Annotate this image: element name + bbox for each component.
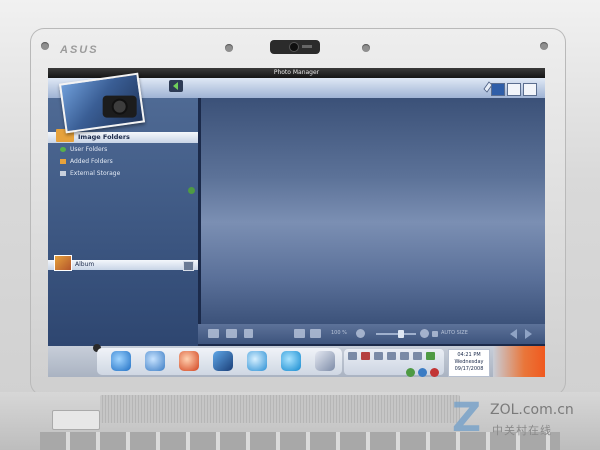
wifi-icon[interactable]: [406, 368, 415, 377]
media-icon[interactable]: [179, 351, 199, 371]
sidebar-header[interactable]: Image Folders: [48, 129, 198, 143]
zoom-level: 100 %: [331, 330, 347, 336]
screw: [362, 44, 370, 52]
album-label: Album: [75, 261, 95, 268]
sidebar-item-label: Added Folders: [70, 158, 113, 165]
back-arrow-icon[interactable]: [169, 80, 183, 92]
app-dock: [97, 348, 342, 375]
clock-day: Wednesday: [454, 359, 484, 365]
clock-time: 04:21 PM: [457, 352, 481, 358]
album-menu-button[interactable]: [183, 261, 194, 271]
watermark: Z ZOL.com.cn 中关村在线: [452, 398, 597, 442]
watermark-site: ZOL.com.cn: [490, 402, 574, 418]
help-icon[interactable]: [418, 368, 427, 377]
power-icon[interactable]: [430, 368, 439, 377]
sidebar-item-user-folders[interactable]: User Folders: [48, 144, 198, 155]
sidebar-item-added-folders[interactable]: Added Folders: [48, 156, 198, 167]
messenger-icon[interactable]: [247, 351, 267, 371]
photo-icon[interactable]: [213, 351, 233, 371]
speaker-grille: [100, 395, 460, 423]
webcam: [270, 40, 320, 54]
sidebar-item-external-storage[interactable]: External Storage: [48, 168, 198, 179]
taskbar: 04:21 PM Wednesday 09/17/2008: [48, 344, 545, 377]
auto-size-checkbox[interactable]: [432, 331, 438, 337]
internet-icon[interactable]: [111, 351, 131, 371]
clock-date: 09/17/2008: [454, 366, 484, 372]
tray-icon[interactable]: [387, 352, 396, 360]
files-icon[interactable]: [315, 351, 335, 371]
webcam-mic: [302, 45, 312, 48]
zoom-out-icon[interactable]: [356, 329, 365, 338]
zoom-slider[interactable]: [376, 333, 416, 335]
auto-size-label: AUTO SIZE: [441, 330, 468, 336]
clock: 04:21 PM Wednesday 09/17/2008: [448, 349, 490, 377]
camera-icon: [102, 95, 137, 118]
rotate-right-icon[interactable]: [310, 329, 321, 338]
network-icon[interactable]: [145, 351, 165, 371]
delete-icon[interactable]: [244, 329, 253, 338]
zoom-in-icon[interactable]: [420, 329, 429, 338]
next-arrow-icon[interactable]: [525, 329, 532, 339]
tray-status-icons: [406, 362, 442, 377]
orange-accent: [493, 346, 545, 377]
sidebar: Image Folders User Folders Added Folders…: [48, 98, 198, 346]
view-grid-button[interactable]: [507, 83, 521, 96]
sidebar-item-label: User Folders: [70, 146, 108, 153]
tray-icon[interactable]: [426, 352, 435, 360]
previous-arrow-icon[interactable]: [510, 329, 517, 339]
screen: Photo Manager Image Folders User Folders…: [48, 68, 545, 377]
add-folder-icon[interactable]: [188, 187, 195, 194]
view-list-button[interactable]: [491, 83, 505, 96]
sidebar-item-label: External Storage: [70, 170, 121, 177]
folder-icon: [60, 159, 66, 164]
screw: [540, 42, 548, 50]
import-icon[interactable]: [208, 329, 219, 338]
screw: [225, 44, 233, 52]
webcam-lens: [290, 43, 298, 51]
view-large-button[interactable]: [523, 83, 537, 96]
drive-icon: [60, 171, 66, 176]
zoom-slider-handle[interactable]: [398, 330, 404, 338]
laptop-body: ASUS Photo Manager Image Folders User Fo…: [0, 0, 600, 450]
watermark-cn: 中关村在线: [492, 424, 552, 437]
album-icon: [54, 255, 72, 271]
skype-icon[interactable]: [281, 351, 301, 371]
brand-logo: ASUS: [60, 44, 99, 56]
hinge-button: [52, 410, 100, 430]
watermark-logo: Z: [452, 395, 482, 441]
album-bar[interactable]: Album: [48, 255, 198, 271]
rotate-left-icon[interactable]: [294, 329, 305, 338]
tray-icon[interactable]: [400, 352, 409, 360]
tray-icon[interactable]: [413, 352, 422, 360]
user-icon: [60, 147, 66, 152]
sidebar-header-label: Image Folders: [78, 133, 130, 141]
photo-toolbar-bottom: 100 % AUTO SIZE: [198, 324, 545, 344]
screw: [41, 42, 49, 50]
tray-icon[interactable]: [348, 352, 357, 360]
slideshow-icon[interactable]: [226, 329, 237, 338]
tray-icon[interactable]: [374, 352, 383, 360]
photo-content-area[interactable]: [201, 98, 545, 324]
tray-icon[interactable]: [361, 352, 370, 360]
